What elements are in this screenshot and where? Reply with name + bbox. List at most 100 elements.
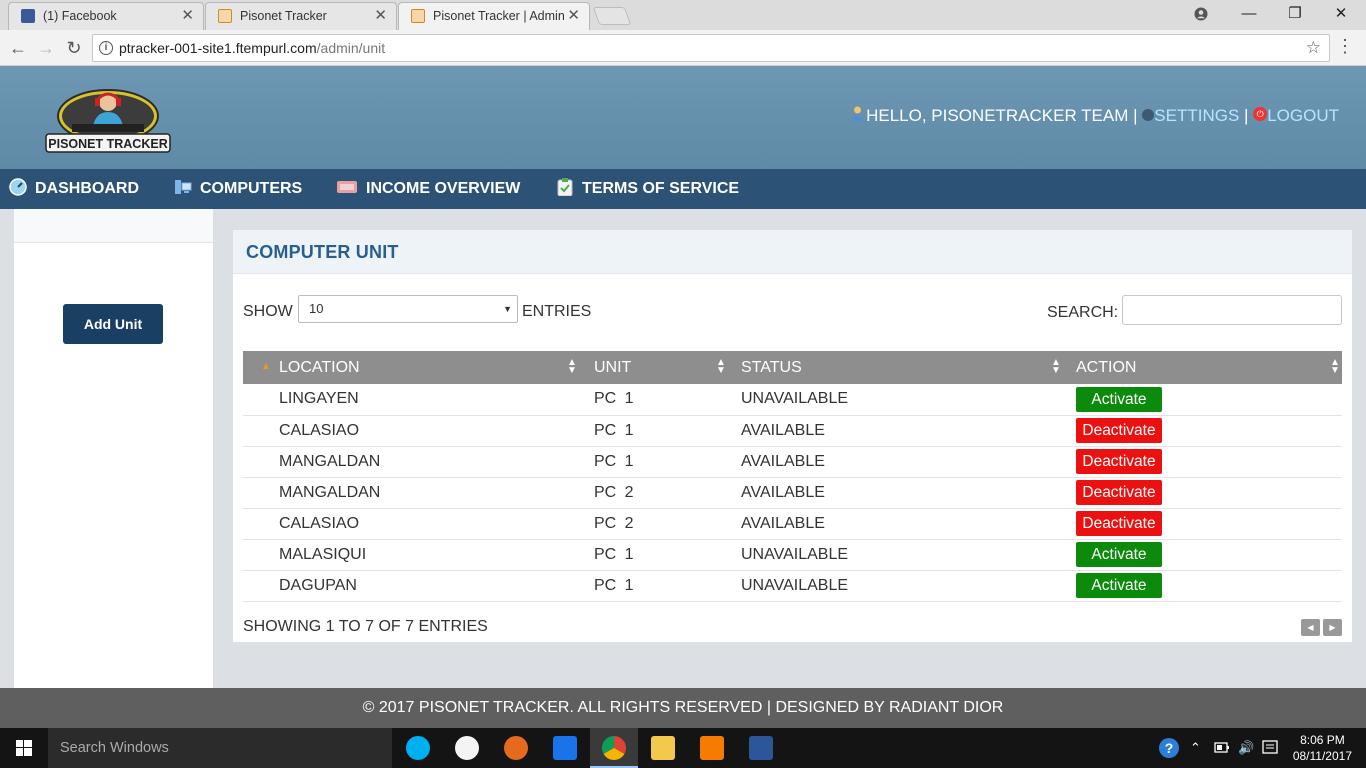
volume-icon[interactable]: 🔊: [1238, 728, 1254, 768]
entries-value: 10: [309, 301, 324, 316]
close-window-icon[interactable]: ✕: [1318, 0, 1364, 30]
pisonet-tracker-logo[interactable]: PISONET TRACKER: [42, 88, 174, 156]
cell-location: DAGUPAN: [243, 570, 579, 602]
next-page-icon[interactable]: ▶: [1323, 619, 1342, 636]
skype-icon[interactable]: [406, 736, 430, 760]
activate-button[interactable]: Activate: [1076, 386, 1162, 412]
column-label: ACTION: [1076, 358, 1137, 376]
new-tab-button[interactable]: [592, 7, 632, 25]
sidebar: Add Unit: [14, 209, 213, 688]
dashboard-icon: [9, 178, 27, 197]
reload-icon[interactable]: ↻: [62, 36, 86, 60]
nav-label: DASHBOARD: [35, 180, 139, 197]
panel-header: COMPUTER UNIT: [233, 230, 1352, 274]
search-input[interactable]: [1122, 295, 1342, 325]
facebook-favicon-icon: [21, 9, 35, 23]
chrome-icon[interactable]: [602, 736, 626, 760]
cell-status: UNAVAILABLE: [728, 570, 1063, 602]
teamviewer-icon[interactable]: [553, 736, 577, 760]
power-icon: ⏻: [1253, 106, 1268, 121]
close-tab-icon[interactable]: ✕: [567, 3, 580, 29]
itunes-icon[interactable]: [455, 736, 479, 760]
profile-icon[interactable]: [1178, 0, 1224, 30]
tray-expand-icon[interactable]: ⌃: [1190, 728, 1201, 768]
cell-status: UNAVAILABLE: [728, 384, 1063, 416]
minimize-icon[interactable]: —: [1226, 0, 1272, 30]
cell-unit: PC 1: [579, 539, 728, 571]
cell-action: Deactivate: [1063, 508, 1342, 540]
cell-action: Deactivate: [1063, 477, 1342, 509]
cell-status: AVAILABLE: [728, 415, 1063, 447]
xampp-icon[interactable]: [700, 736, 724, 760]
deactivate-button[interactable]: Deactivate: [1076, 480, 1162, 505]
nav-income-overview[interactable]: INCOME OVERVIEW: [336, 169, 520, 209]
battery-icon[interactable]: [1214, 728, 1230, 768]
nav-label: INCOME OVERVIEW: [366, 180, 521, 197]
info-icon[interactable]: i: [99, 41, 113, 55]
nav-computers[interactable]: COMPUTERS: [174, 169, 302, 209]
column-header-action[interactable]: ACTION ▲ ▼: [1063, 351, 1342, 384]
logout-link[interactable]: LOGOUT: [1267, 106, 1339, 125]
notifications-icon[interactable]: [1262, 728, 1278, 768]
cell-location: MALASIQUI: [243, 539, 579, 571]
close-tab-icon[interactable]: ✕: [181, 3, 194, 29]
browser-menu-icon[interactable]: ⋮: [1336, 36, 1354, 57]
cell-location: CALASIAO: [243, 415, 579, 447]
word-icon[interactable]: [749, 736, 773, 760]
maximize-icon[interactable]: ❐: [1272, 0, 1318, 30]
cell-unit: PC 1: [579, 384, 728, 416]
add-unit-button[interactable]: Add Unit: [63, 304, 163, 344]
page-title: COMPUTER UNIT: [246, 242, 399, 262]
url-host: ptracker-001-site1.ftempurl.com: [119, 40, 317, 56]
svg-text:PISONET TRACKER: PISONET TRACKER: [48, 137, 167, 151]
back-arrow-icon[interactable]: ←: [6, 36, 30, 60]
column-header-status[interactable]: STATUS ▲ ▼: [728, 351, 1063, 384]
column-header-location[interactable]: ▲ LOCATION ▲ ▼: [243, 351, 579, 384]
tab-pisonet-admin[interactable]: Pisonet Tracker | Admin ✕: [398, 2, 590, 30]
taskbar-clock[interactable]: 8:06 PM 08/11/2017: [1293, 732, 1352, 764]
bookmark-star-icon[interactable]: ☆: [1306, 35, 1321, 61]
clipboard-icon: [557, 178, 573, 197]
column-label: UNIT: [594, 358, 632, 376]
start-button[interactable]: [0, 728, 48, 768]
cell-unit: PC 1: [579, 446, 728, 478]
cell-unit: PC 1: [579, 570, 728, 602]
deactivate-button[interactable]: Deactivate: [1076, 511, 1162, 536]
help-icon[interactable]: ?: [1158, 728, 1180, 768]
main-nav: DASHBOARD COMPUTERS INCOME OVERVIEW TERM…: [0, 169, 1366, 209]
table-row: MALASIQUI PC 1 UNAVAILABLE Activate: [243, 539, 1342, 571]
cell-status: AVAILABLE: [728, 508, 1063, 540]
column-label: LOCATION: [279, 358, 360, 376]
cell-action: Deactivate: [1063, 415, 1342, 447]
url-input[interactable]: i ptracker-001-site1.ftempurl.com/admin/…: [92, 34, 1330, 62]
column-header-unit[interactable]: UNIT ▲ ▼: [579, 351, 728, 384]
activate-button[interactable]: Activate: [1076, 573, 1162, 598]
cell-status: UNAVAILABLE: [728, 539, 1063, 571]
taskbar-search-input[interactable]: Search Windows: [48, 728, 392, 768]
site-footer: © 2017 PISONET TRACKER. ALL RIGHTS RESER…: [0, 688, 1366, 728]
tab-facebook[interactable]: (1) Facebook ✕: [8, 2, 204, 30]
tab-label: Pisonet Tracker: [240, 9, 327, 23]
nav-terms-of-service[interactable]: TERMS OF SERVICE: [556, 169, 739, 209]
nav-dashboard[interactable]: DASHBOARD: [9, 169, 139, 209]
table-row: CALASIAO PC 1 AVAILABLE Deactivate: [243, 415, 1342, 447]
cell-action: Activate: [1063, 384, 1342, 416]
file-explorer-icon[interactable]: [651, 736, 675, 760]
settings-link[interactable]: SETTINGS: [1154, 106, 1239, 125]
activate-button[interactable]: Activate: [1076, 542, 1162, 567]
table-row: LINGAYEN PC 1 UNAVAILABLE Activate: [243, 384, 1342, 416]
forward-arrow-icon[interactable]: →: [34, 36, 58, 60]
deactivate-button[interactable]: Deactivate: [1076, 418, 1162, 443]
deactivate-button[interactable]: Deactivate: [1076, 449, 1162, 474]
cell-action: Activate: [1063, 570, 1342, 602]
cell-location: LINGAYEN: [243, 384, 579, 416]
table-row: CALASIAO PC 2 AVAILABLE Deactivate: [243, 508, 1342, 540]
tab-pisonet-tracker[interactable]: Pisonet Tracker ✕: [205, 2, 397, 30]
previous-page-icon[interactable]: ◀: [1301, 619, 1320, 636]
cell-action: Deactivate: [1063, 446, 1342, 478]
dropdown-caret-icon: ▼: [503, 304, 512, 314]
entries-select[interactable]: 10 ▼: [298, 295, 518, 323]
pisonet-favicon-icon: [411, 9, 425, 23]
firefox-icon[interactable]: [504, 736, 528, 760]
close-tab-icon[interactable]: ✕: [374, 3, 387, 29]
